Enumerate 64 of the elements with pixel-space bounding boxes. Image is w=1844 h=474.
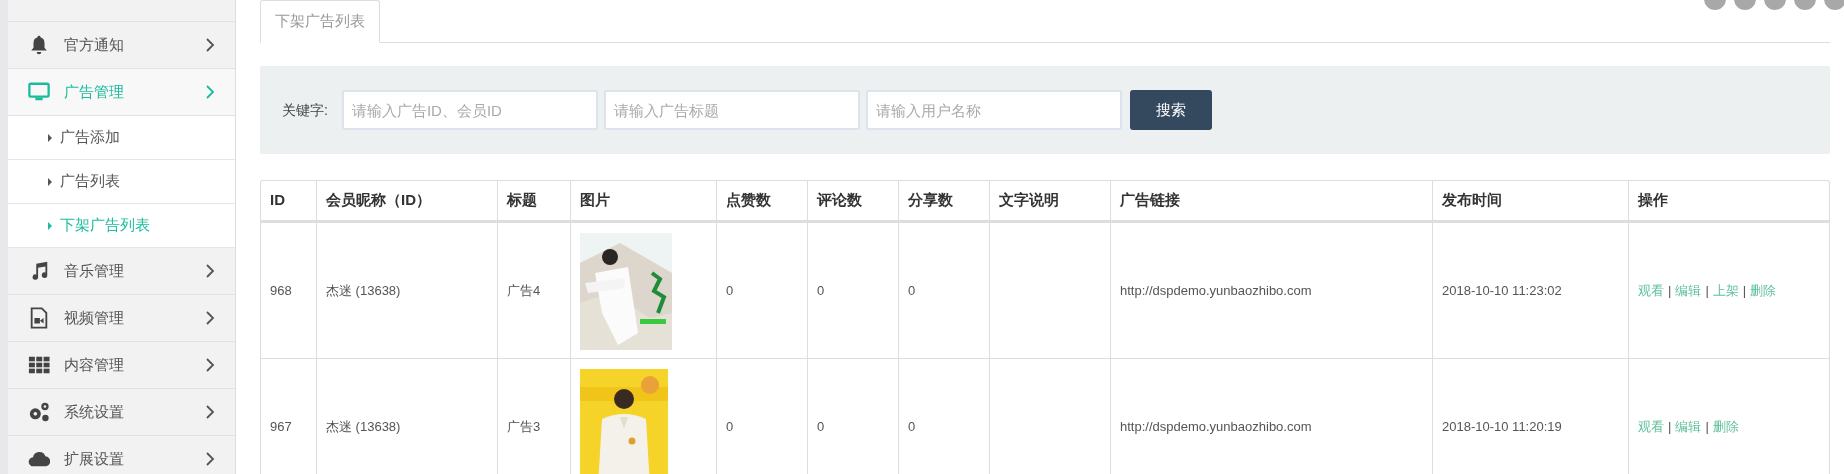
video-file-icon — [28, 307, 50, 329]
separator: | — [1705, 281, 1709, 300]
table-cell-text: http://dspdemo.yunbaozhibo.com — [1120, 417, 1312, 436]
keyword-label: 关键字: — [282, 100, 328, 120]
action-link[interactable]: 上架 — [1712, 280, 1739, 301]
column-header: 文字说明 — [990, 181, 1111, 220]
action-link[interactable]: 删除 — [1750, 280, 1777, 301]
search-button[interactable]: 搜索 — [1129, 90, 1212, 130]
chevron-right-icon — [205, 38, 215, 52]
table-cell-text: 0 — [726, 281, 734, 300]
sidebar-item[interactable]: 广告管理 — [8, 69, 235, 116]
monitor-icon — [28, 81, 50, 103]
column-header: 点赞数 — [717, 181, 808, 220]
table-cell-text: 0 — [817, 281, 825, 300]
table-cell-text: 2018-10-10 11:23:02 — [1442, 281, 1562, 300]
table-cell-text: 2018-10-10 11:20:19 — [1442, 417, 1562, 436]
chevron-right-icon — [205, 452, 215, 466]
submenu-item[interactable]: 下架广告列表 — [8, 204, 235, 248]
table-cell-text: 968 — [270, 281, 292, 300]
chevron-right-icon — [205, 405, 215, 419]
column-header: 发布时间 — [1433, 181, 1629, 220]
separator: | — [1705, 417, 1709, 436]
tab[interactable]: 下架广告列表 — [260, 0, 380, 43]
column-header: 评论数 — [808, 181, 899, 220]
search-field[interactable]: 请输入用户名称 — [865, 90, 1122, 130]
caret-right-icon — [48, 221, 52, 230]
search-field[interactable]: 请输入广告ID、会员ID — [341, 90, 598, 130]
table-cell-text: http://dspdemo.yunbaozhibo.com — [1120, 281, 1312, 300]
submenu-item[interactable]: 广告添加 — [8, 116, 235, 160]
chevron-right-icon — [205, 85, 215, 99]
table-cell-text: 0 — [817, 417, 825, 436]
column-header: 图片 — [571, 181, 717, 220]
action-link[interactable]: 编辑 — [1675, 416, 1702, 437]
separator: | — [1668, 281, 1672, 300]
submenu-item[interactable]: 广告列表 — [8, 160, 235, 204]
action-link[interactable]: 观看 — [1638, 416, 1664, 437]
caret-right-icon — [48, 177, 52, 186]
gears-icon — [28, 401, 50, 423]
bell-icon — [28, 34, 50, 56]
column-header: 会员昵称（ID） — [317, 181, 498, 220]
table-cell-text: 广告3 — [507, 417, 541, 436]
table-cell-text: 杰迷 (13638) — [326, 281, 401, 300]
chevron-right-icon — [205, 358, 215, 372]
chevron-right-icon — [205, 264, 215, 278]
chevron-right-icon — [205, 311, 215, 325]
column-header: 操作 — [1637, 190, 1669, 211]
grid-icon — [28, 354, 50, 376]
search-field[interactable]: 请输入广告标题 — [603, 90, 860, 130]
table-cell-text: 967 — [270, 417, 292, 436]
table-cell-text: 0 — [908, 417, 916, 436]
column-header: 分享数 — [899, 181, 990, 220]
table-cell-text: 广告4 — [507, 281, 541, 300]
action-link[interactable]: 观看 — [1638, 280, 1664, 301]
table-cell-text: 0 — [908, 281, 916, 300]
action-link[interactable]: 删除 — [1712, 416, 1739, 437]
table-cell-text: 杰迷 (13638) — [326, 417, 401, 436]
column-header: 广告链接 — [1111, 181, 1433, 220]
separator: | — [1742, 281, 1747, 300]
separator: | — [1668, 417, 1672, 436]
caret-right-icon — [48, 133, 52, 142]
table-cell-text: 0 — [726, 417, 734, 436]
column-header: 标题 — [498, 181, 571, 220]
column-header: ID — [261, 181, 317, 220]
action-link[interactable]: 编辑 — [1675, 280, 1702, 301]
